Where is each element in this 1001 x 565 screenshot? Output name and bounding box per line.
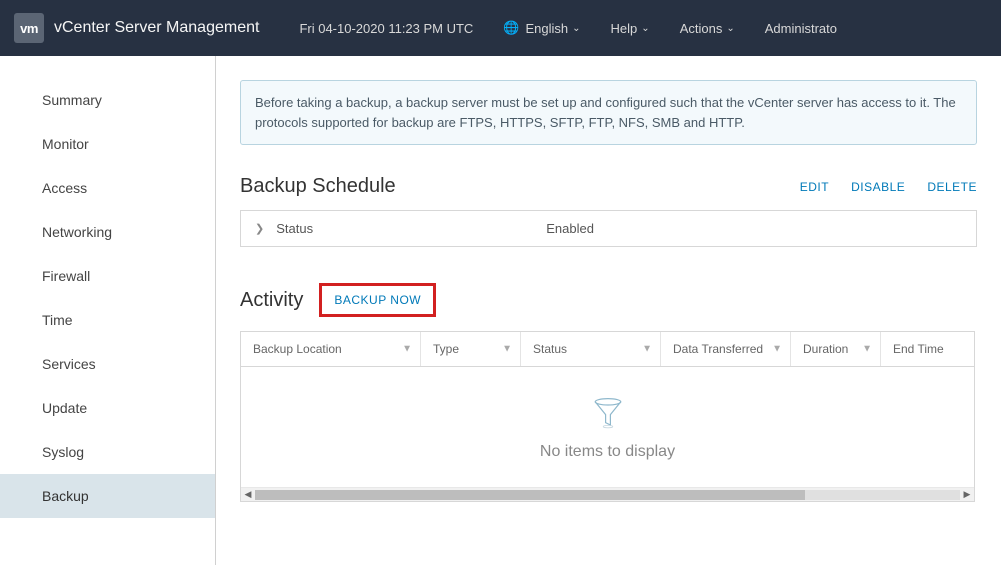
- column-label: Data Transferred: [673, 342, 763, 356]
- column-backup-location[interactable]: Backup Location ▼: [241, 332, 421, 366]
- activity-title: Activity: [240, 289, 303, 312]
- backup-schedule-header: Backup Schedule EDIT DISABLE DELETE: [240, 175, 977, 198]
- horizontal-scrollbar[interactable]: ◀ ▶: [241, 487, 974, 501]
- sidebar: Summary Monitor Access Networking Firewa…: [0, 56, 216, 565]
- actions-menu[interactable]: Actions ⌄: [680, 21, 735, 36]
- column-label: Backup Location: [253, 342, 342, 356]
- sidebar-item-syslog[interactable]: Syslog: [0, 430, 215, 474]
- column-type[interactable]: Type ▼: [421, 332, 521, 366]
- column-status[interactable]: Status ▼: [521, 332, 661, 366]
- sidebar-item-access[interactable]: Access: [0, 166, 215, 210]
- help-menu[interactable]: Help ⌄: [611, 21, 650, 36]
- globe-icon: 🌐: [503, 20, 519, 36]
- filter-icon[interactable]: ▼: [402, 344, 412, 355]
- column-data-transferred[interactable]: Data Transferred ▼: [661, 332, 791, 366]
- chevron-down-icon: ⌄: [572, 23, 580, 34]
- scroll-track[interactable]: [255, 490, 960, 500]
- grid-header-row: Backup Location ▼ Type ▼ Status ▼ Data T…: [241, 332, 974, 367]
- filter-icon[interactable]: ▼: [862, 344, 872, 355]
- language-label: English: [526, 21, 569, 36]
- status-value: Enabled: [546, 221, 594, 236]
- sidebar-item-networking[interactable]: Networking: [0, 210, 215, 254]
- delete-button[interactable]: DELETE: [927, 180, 977, 194]
- backup-now-button[interactable]: BACKUP NOW: [326, 288, 429, 312]
- column-end-time[interactable]: End Time: [881, 332, 974, 366]
- main-content: Before taking a backup, a backup server …: [216, 56, 1001, 565]
- sidebar-item-summary[interactable]: Summary: [0, 78, 215, 122]
- body-area: Summary Monitor Access Networking Firewa…: [0, 56, 1001, 565]
- user-menu[interactable]: Administrato: [765, 21, 837, 36]
- chevron-right-icon: ❯: [255, 222, 264, 235]
- help-label: Help: [611, 21, 638, 36]
- activity-header: Activity BACKUP NOW: [240, 283, 977, 317]
- grid-body-empty: No items to display: [241, 367, 974, 487]
- top-bar: vm vCenter Server Management Fri 04-10-2…: [0, 0, 1001, 56]
- sidebar-item-time[interactable]: Time: [0, 298, 215, 342]
- scroll-left-arrow[interactable]: ◀: [241, 489, 255, 500]
- column-label: Type: [433, 342, 459, 356]
- sidebar-item-services[interactable]: Services: [0, 342, 215, 386]
- scroll-thumb[interactable]: [255, 490, 805, 500]
- vmware-logo: vm: [14, 13, 44, 43]
- sidebar-item-backup[interactable]: Backup: [0, 474, 215, 518]
- sidebar-item-firewall[interactable]: Firewall: [0, 254, 215, 298]
- backup-now-highlight: BACKUP NOW: [319, 283, 436, 317]
- column-label: Status: [533, 342, 567, 356]
- scroll-right-arrow[interactable]: ▶: [960, 489, 974, 500]
- column-label: End Time: [893, 342, 944, 356]
- actions-label: Actions: [680, 21, 723, 36]
- sidebar-item-update[interactable]: Update: [0, 386, 215, 430]
- column-duration[interactable]: Duration ▼: [791, 332, 881, 366]
- schedule-status-row[interactable]: ❯ Status Enabled: [240, 210, 977, 247]
- app-title: vCenter Server Management: [54, 19, 259, 37]
- chevron-down-icon: ⌄: [641, 23, 649, 34]
- info-banner: Before taking a backup, a backup server …: [240, 80, 977, 145]
- sidebar-item-monitor[interactable]: Monitor: [0, 122, 215, 166]
- filter-icon[interactable]: ▼: [772, 344, 782, 355]
- filter-icon[interactable]: ▼: [502, 344, 512, 355]
- no-items-text: No items to display: [540, 443, 675, 461]
- disable-button[interactable]: DISABLE: [851, 180, 905, 194]
- status-label: Status: [276, 221, 546, 236]
- datetime-display: Fri 04-10-2020 11:23 PM UTC: [299, 21, 473, 36]
- chevron-down-icon: ⌄: [726, 23, 734, 34]
- filter-icon[interactable]: ▼: [642, 344, 652, 355]
- language-menu[interactable]: 🌐 English ⌄: [503, 20, 580, 36]
- edit-button[interactable]: EDIT: [800, 180, 829, 194]
- activity-grid: Backup Location ▼ Type ▼ Status ▼ Data T…: [240, 331, 975, 502]
- funnel-icon: [592, 393, 624, 433]
- backup-schedule-title: Backup Schedule: [240, 175, 396, 198]
- column-label: Duration: [803, 342, 848, 356]
